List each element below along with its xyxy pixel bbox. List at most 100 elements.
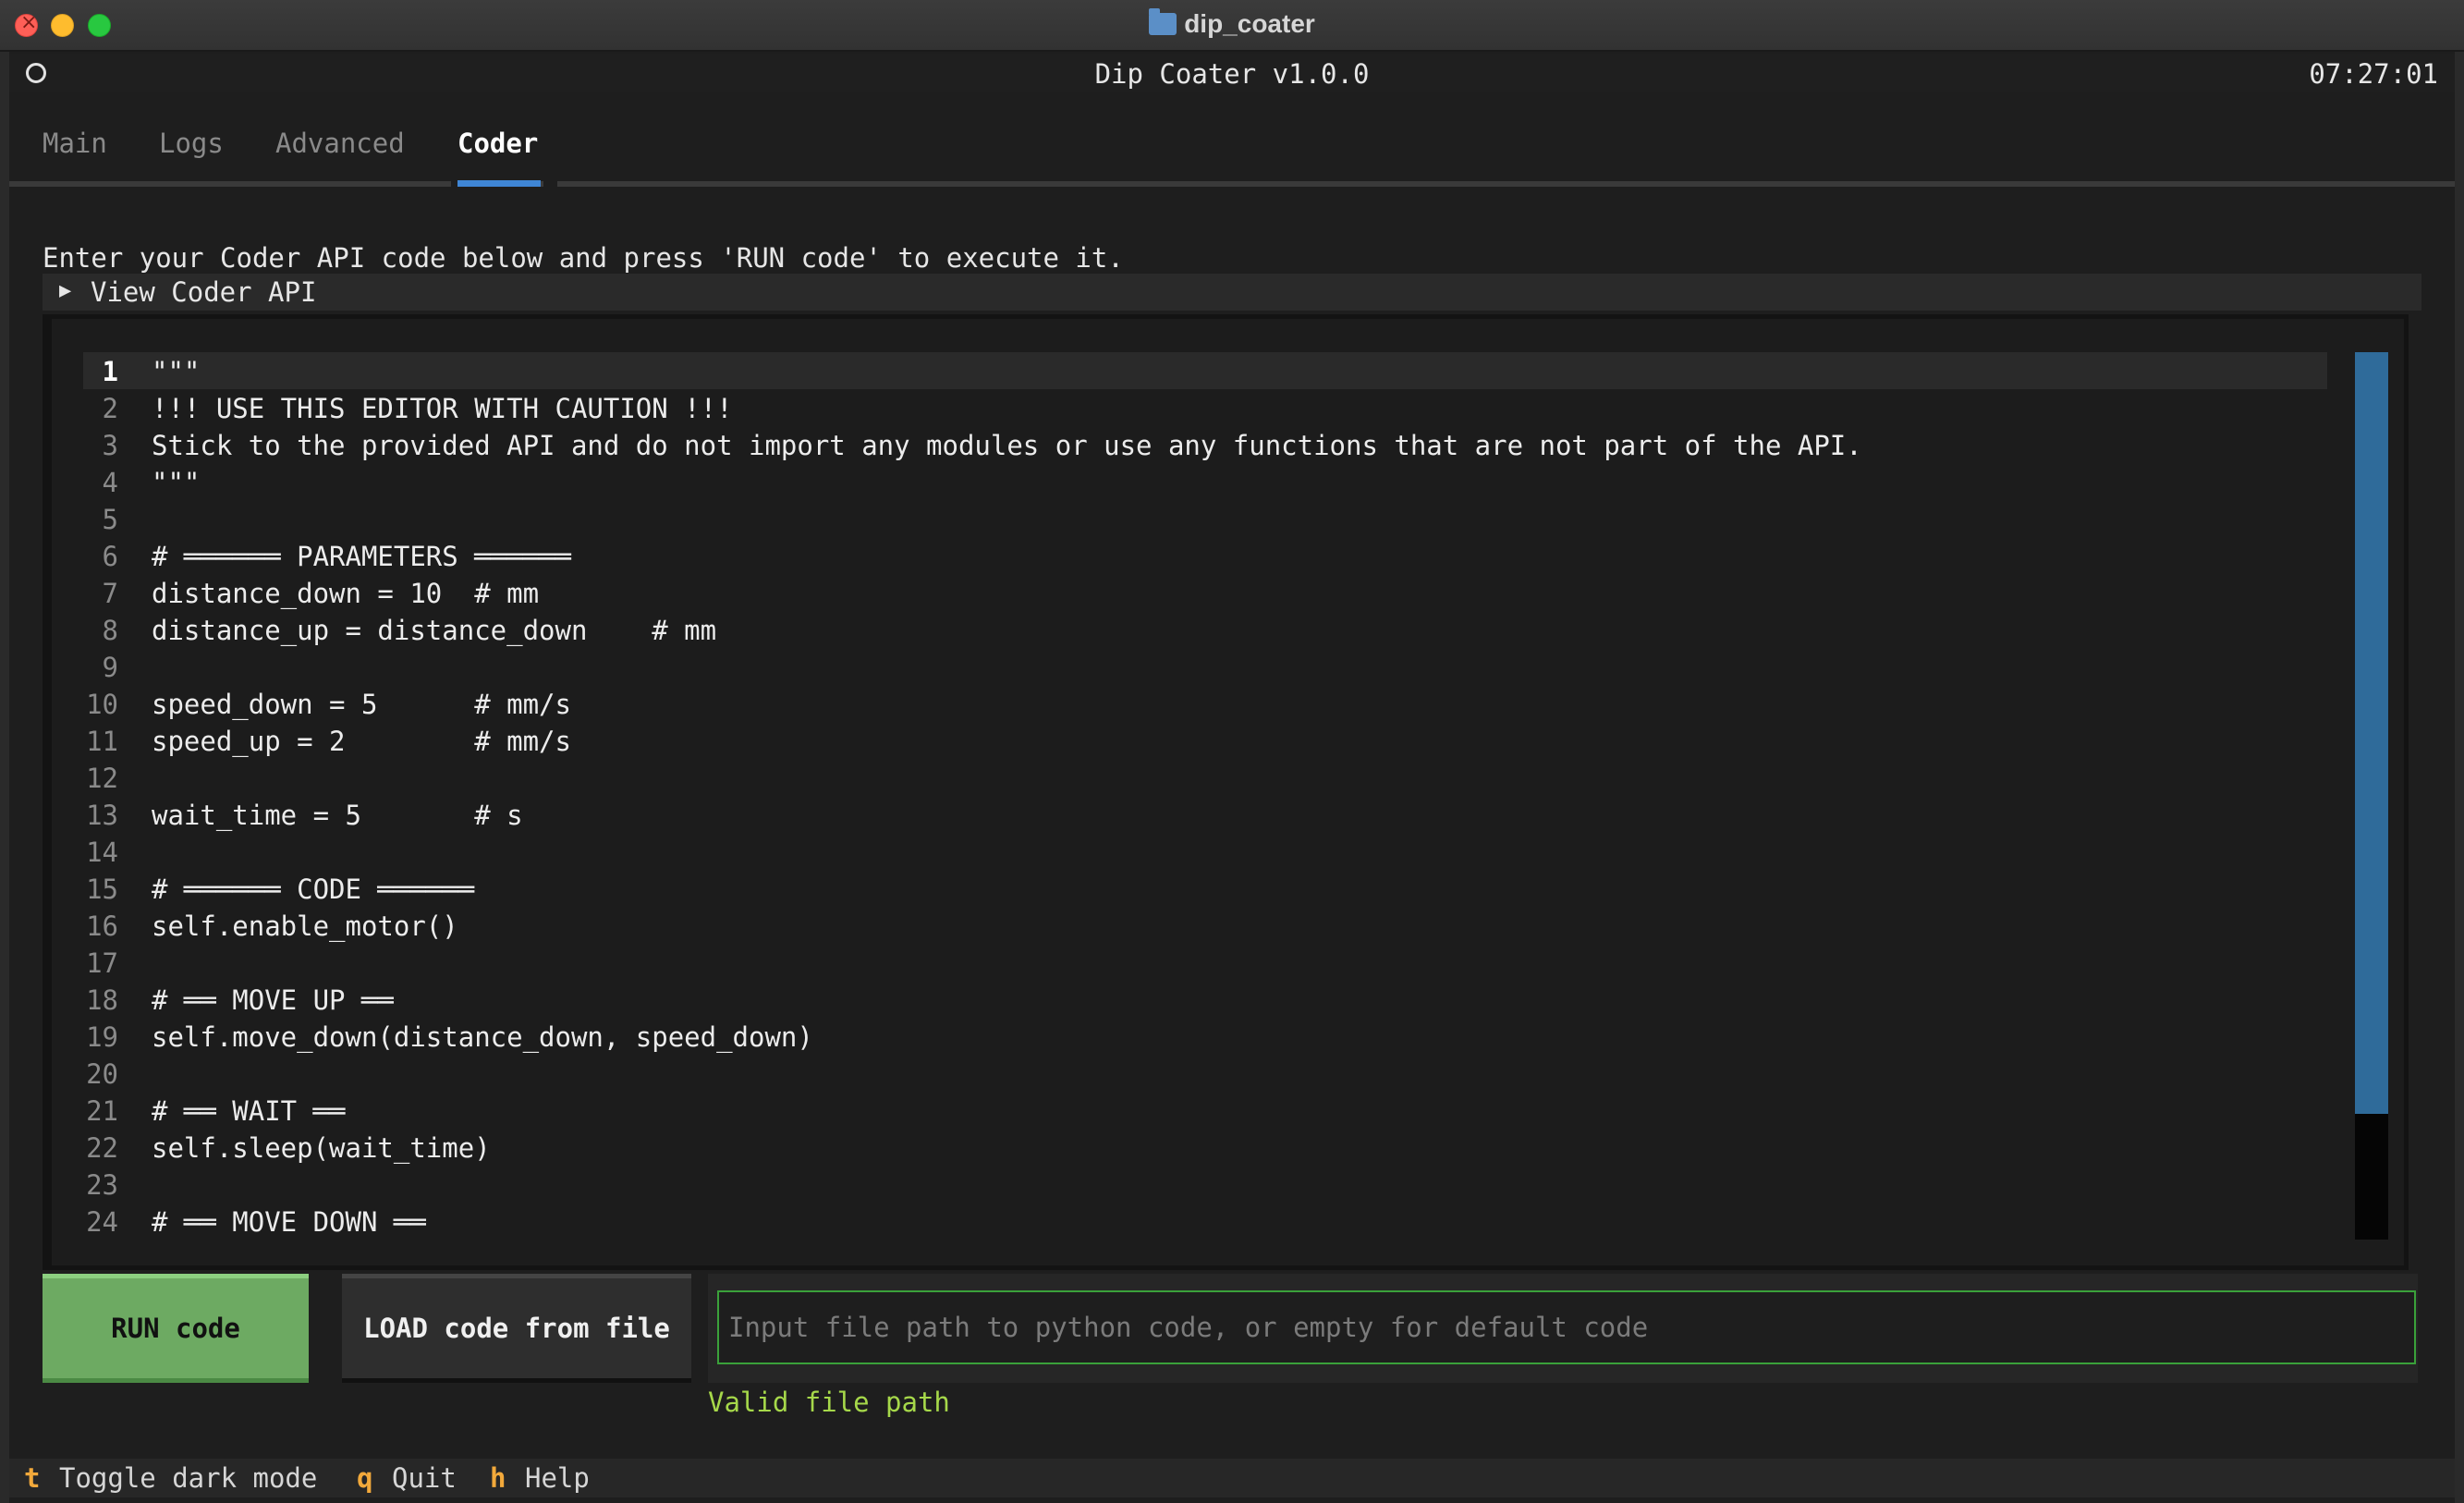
code-line[interactable]: 14 [83, 833, 2327, 870]
window-title-text: dip_coater [1184, 9, 1315, 38]
code-text[interactable]: speed_down = 5 # mm/s [152, 689, 571, 720]
code-text[interactable]: """ [152, 467, 200, 498]
run-code-button[interactable]: RUN code [43, 1274, 309, 1383]
code-line[interactable]: 15 # ══════ CODE ══════ [83, 870, 2327, 907]
line-number: 22 [86, 1132, 118, 1164]
code-text[interactable]: wait_time = 5 # s [152, 800, 523, 831]
line-number: 13 [86, 800, 118, 831]
code-line[interactable]: 6 # ══════ PARAMETERS ══════ [83, 537, 2327, 574]
code-line[interactable]: 20 [83, 1055, 2327, 1092]
line-number: 19 [86, 1021, 118, 1053]
app-title: Dip Coater v1.0.0 [1094, 58, 1370, 90]
tab-main[interactable]: Main [43, 128, 107, 159]
code-text[interactable]: Stick to the provided API and do not imp… [152, 430, 1862, 461]
code-line[interactable]: 18 # ══ MOVE UP ══ [83, 981, 2327, 1018]
window-frame-left [0, 52, 9, 1503]
footer-quit[interactable]: Quit [392, 1462, 457, 1494]
tab-logs[interactable]: Logs [159, 128, 224, 159]
code-line[interactable]: 1 """ [83, 352, 2327, 389]
code-line[interactable]: 19 self.move_down(distance_down, speed_do… [83, 1018, 2327, 1055]
footer-key-q[interactable]: q [357, 1462, 372, 1494]
code-line[interactable]: 5 [83, 500, 2327, 537]
line-number: 5 [102, 504, 118, 535]
code-line[interactable]: 2 !!! USE THIS EDITOR WITH CAUTION !!! [83, 389, 2327, 426]
code-line[interactable]: 23 [83, 1166, 2327, 1203]
footer-toggle-dark-mode[interactable]: Toggle dark mode [59, 1462, 317, 1494]
active-tab-indicator [457, 180, 541, 187]
code-line[interactable]: 17 [83, 944, 2327, 981]
code-text[interactable]: distance_down = 10 # mm [152, 578, 539, 609]
line-number: 2 [102, 393, 118, 424]
code-text[interactable]: """ [152, 356, 200, 387]
footer-key-h[interactable]: h [490, 1462, 506, 1494]
line-number: 4 [102, 467, 118, 498]
line-number: 18 [86, 984, 118, 1016]
line-number: 21 [86, 1095, 118, 1127]
line-number: 10 [86, 689, 118, 720]
line-number: 3 [102, 430, 118, 461]
tab-coder[interactable]: Coder [457, 128, 538, 159]
line-number: 16 [86, 910, 118, 942]
code-editor[interactable]: 1 """ 2 !!! USE THIS EDITOR WITH CAUTION !!… [43, 314, 2409, 1270]
line-number: 24 [86, 1206, 118, 1238]
code-text[interactable]: !!! USE THIS EDITOR WITH CAUTION !!! [152, 393, 733, 424]
app-header: Dip Coater v1.0.0 07:27:01 [9, 54, 2455, 92]
file-path-input[interactable] [717, 1290, 2416, 1364]
line-number: 9 [102, 652, 118, 683]
code-line[interactable]: 21 # ══ WAIT ══ [83, 1092, 2327, 1129]
code-line[interactable]: 7 distance_down = 10 # mm [83, 574, 2327, 611]
code-text[interactable]: # ══════ PARAMETERS ══════ [152, 541, 571, 572]
file-path-container [708, 1274, 2418, 1383]
code-text[interactable]: # ══ WAIT ══ [152, 1095, 346, 1127]
footer-keybindings: t Toggle dark mode q Quit h Help [9, 1459, 2455, 1497]
line-number: 23 [86, 1169, 118, 1201]
editor-scroll-thumb[interactable] [2355, 352, 2388, 1114]
code-text[interactable]: # ══ MOVE DOWN ══ [152, 1206, 426, 1238]
code-text[interactable]: # ══ MOVE UP ══ [152, 984, 394, 1016]
view-coder-api-collapsible[interactable]: ▶ View Coder API [43, 274, 2421, 311]
load-code-from-file-button[interactable]: LOAD code from file [342, 1274, 691, 1383]
line-number: 12 [86, 763, 118, 794]
code-line[interactable]: 22 self.sleep(wait_time) [83, 1129, 2327, 1166]
tab-advanced[interactable]: Advanced [275, 128, 405, 159]
code-line[interactable]: 8 distance_up = distance_down # mm [83, 611, 2327, 648]
tab-rule [9, 181, 2455, 187]
code-text[interactable]: # ══════ CODE ══════ [152, 874, 474, 905]
code-line[interactable]: 3 Stick to the provided API and do not im… [83, 426, 2327, 463]
line-number: 14 [86, 837, 118, 868]
code-line[interactable]: 11 speed_up = 2 # mm/s [83, 722, 2327, 759]
editor-scrollbar[interactable] [2355, 352, 2388, 1240]
path-status-message: Valid file path [708, 1387, 950, 1418]
code-line[interactable]: 12 [83, 759, 2327, 796]
footer-key-t[interactable]: t [24, 1462, 40, 1494]
line-number: 8 [102, 615, 118, 646]
window-title: dip_coater [0, 8, 2464, 39]
code-line[interactable]: 16 self.enable_motor() [83, 907, 2327, 944]
expand-arrow-icon: ▶ [59, 279, 72, 302]
folder-icon [1149, 8, 1177, 35]
code-line[interactable]: 9 [83, 648, 2327, 685]
code-text[interactable]: self.enable_motor() [152, 910, 458, 942]
line-number: 20 [86, 1058, 118, 1090]
code-line[interactable]: 4 """ [83, 463, 2327, 500]
tab-bar: Main Logs Advanced Coder [9, 92, 2455, 189]
collapsible-label: View Coder API [91, 276, 317, 308]
code-text[interactable]: speed_up = 2 # mm/s [152, 726, 571, 757]
code-line[interactable]: 24 # ══ MOVE DOWN ══ [83, 1203, 2327, 1240]
line-number: 17 [86, 947, 118, 979]
code-text[interactable]: self.move_down(distance_down, speed_down… [152, 1021, 813, 1053]
line-number: 11 [86, 726, 118, 757]
footer-help[interactable]: Help [525, 1462, 590, 1494]
code-text[interactable]: distance_up = distance_down # mm [152, 615, 716, 646]
code-line[interactable]: 13 wait_time = 5 # s [83, 796, 2327, 833]
code-editor-lines[interactable]: 1 """ 2 !!! USE THIS EDITOR WITH CAUTION !!… [83, 352, 2327, 1249]
tab-rule-gap [543, 181, 557, 187]
header-clock: 07:27:01 [2309, 58, 2438, 90]
line-number: 1 [102, 356, 118, 387]
coder-intro-text: Enter your Coder API code below and pres… [43, 242, 1124, 274]
window-titlebar: dip_coater [0, 0, 2464, 52]
window-frame-right [2455, 52, 2464, 1503]
code-line[interactable]: 10 speed_down = 5 # mm/s [83, 685, 2327, 722]
code-text[interactable]: self.sleep(wait_time) [152, 1132, 491, 1164]
line-number: 15 [86, 874, 118, 905]
